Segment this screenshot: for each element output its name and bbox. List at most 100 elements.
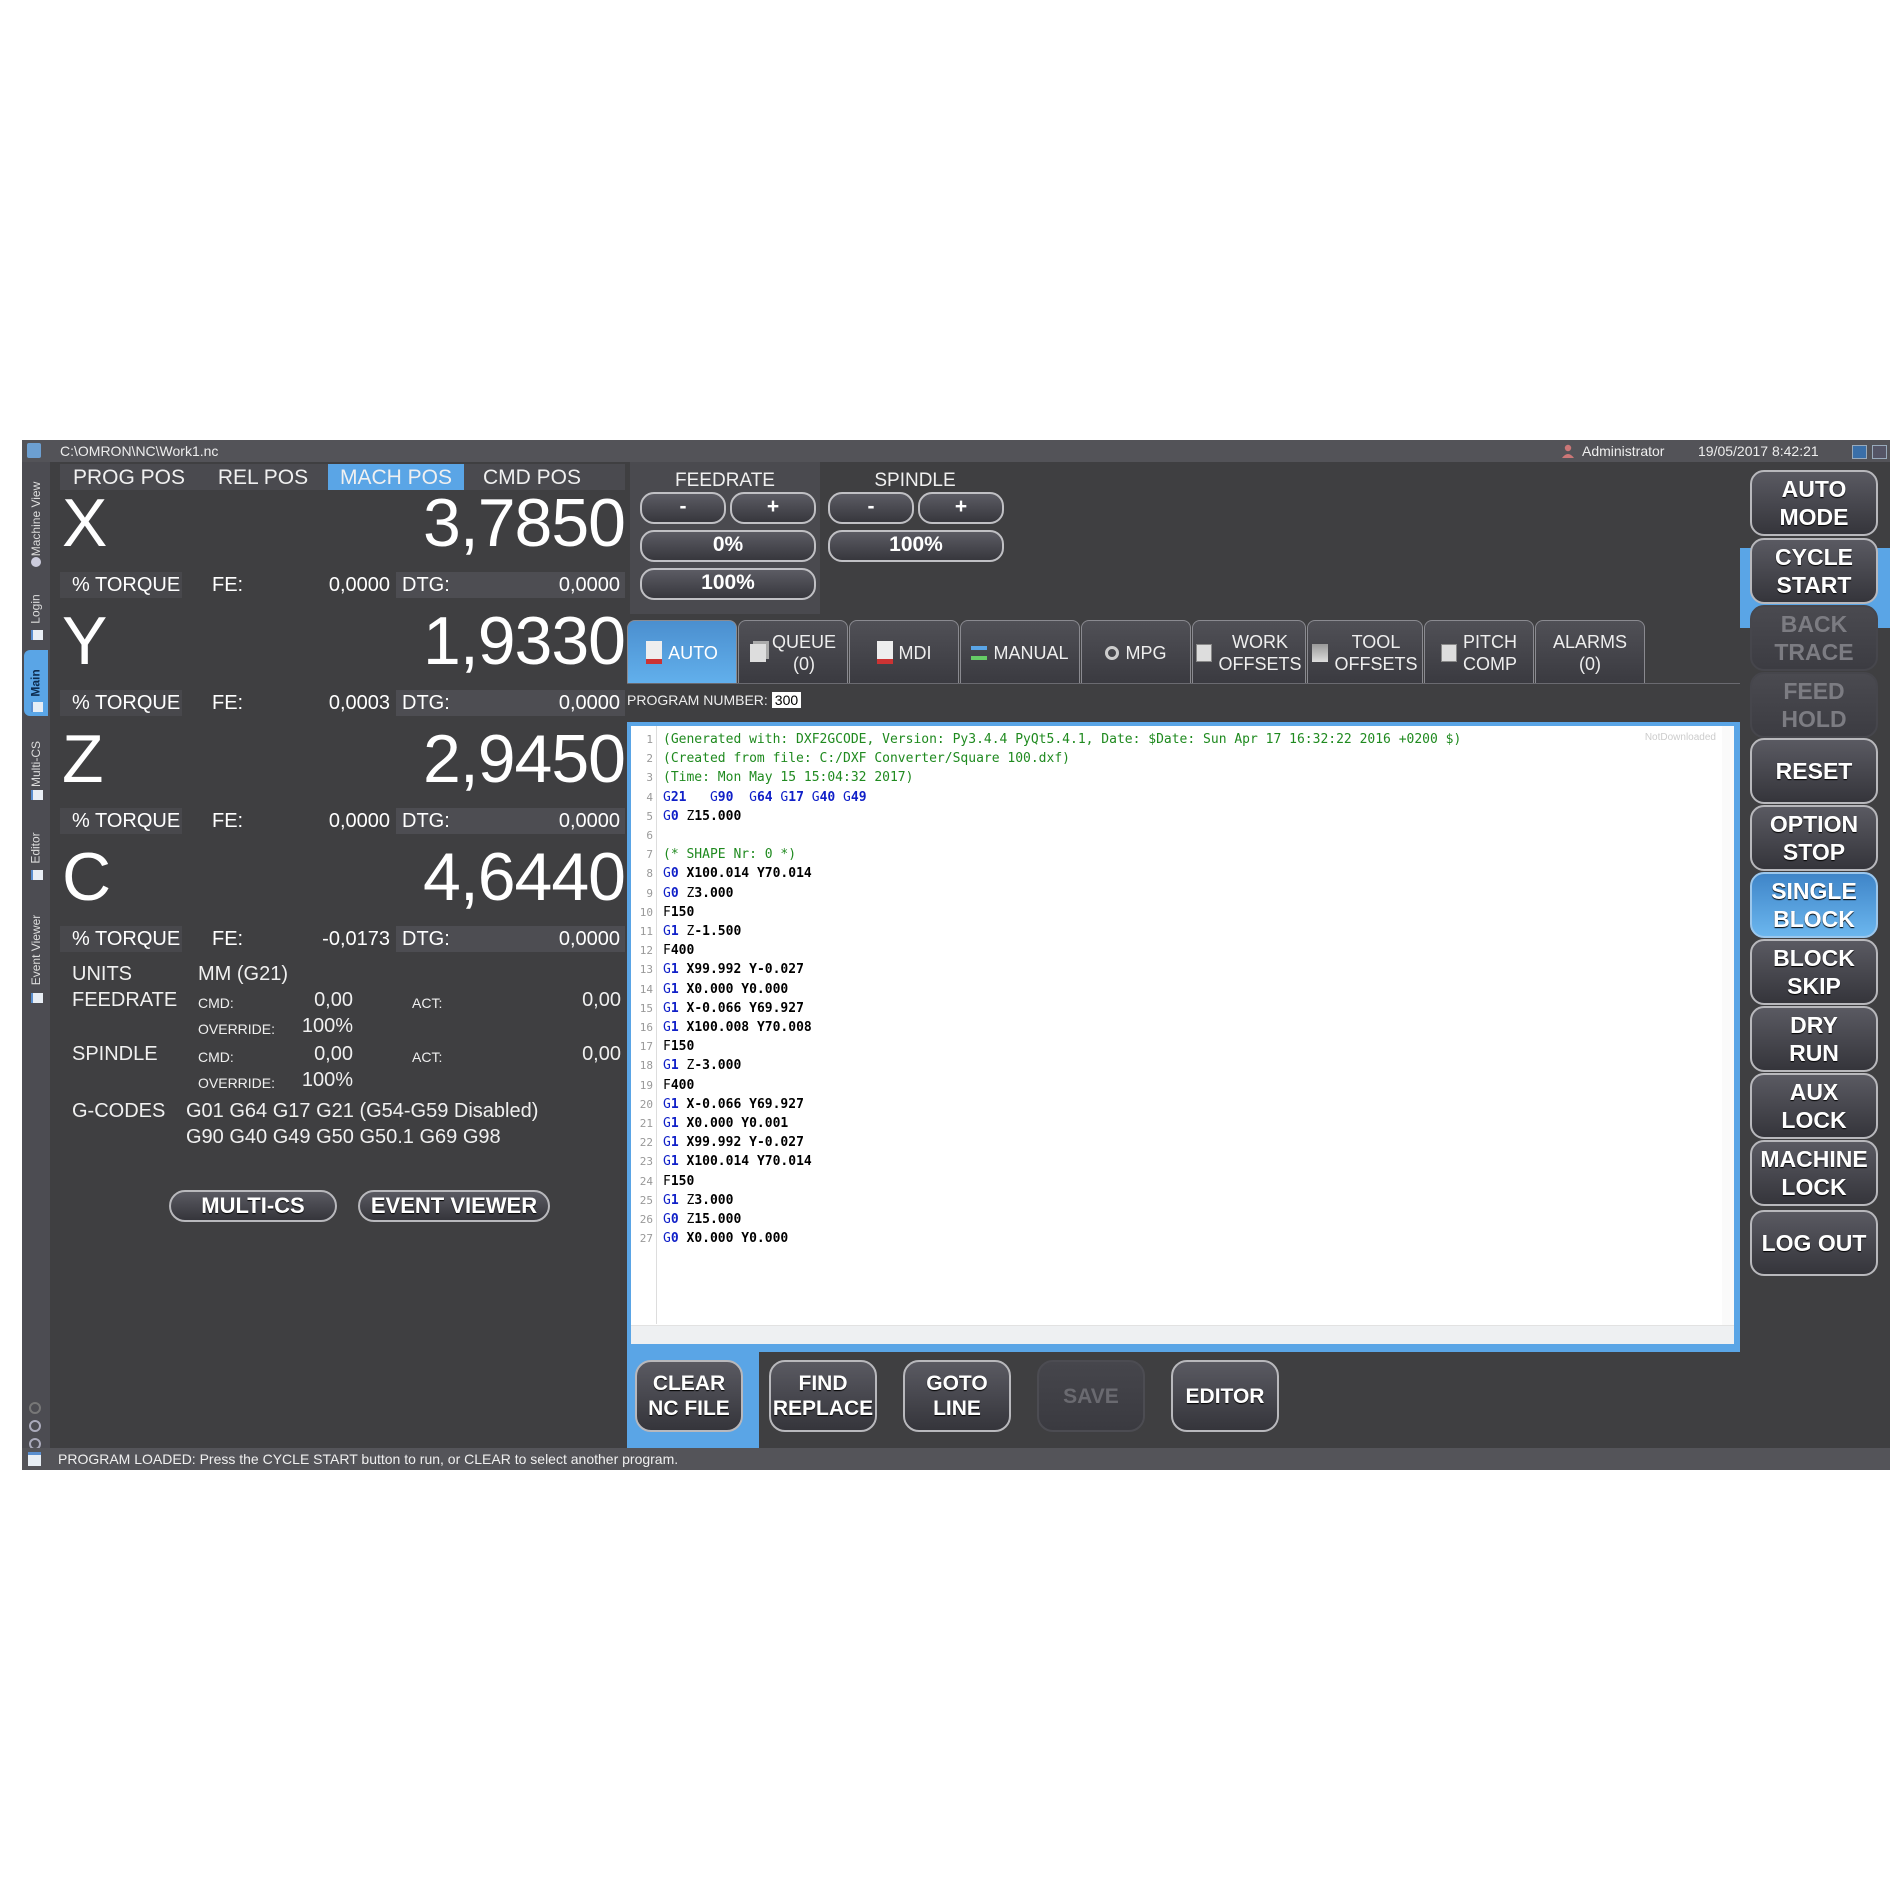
feedrate-increase-button[interactable]: + [730,492,816,524]
torque-button[interactable]: % TORQUE [60,572,182,598]
sidebar-tab-login[interactable]: Login [24,574,48,644]
minimize-window-icon[interactable] [1852,445,1867,459]
block-skip-button[interactable]: BLOCK SKIP [1750,939,1878,1005]
spindle-override-value: 100% [301,1069,353,1091]
gcodes-line-1: G01 G64 G17 G21 (G54-G59 Disabled) [186,1100,539,1122]
save-button[interactable]: SAVE [1037,1360,1145,1432]
dtg-value: 0,0000 [558,810,620,832]
feed-hold-button[interactable]: FEED HOLD [1750,672,1878,738]
spindle-decrease-button[interactable]: - [828,492,914,524]
status-message: PROGRAM LOADED: Press the CYCLE START bu… [58,1451,679,1467]
torque-button[interactable]: % TORQUE [60,690,182,716]
feedrate-override-value-button[interactable]: 0% [640,530,816,562]
cycle-start-button[interactable]: CYCLE START [1750,538,1878,604]
fe-label: FE: [212,574,244,596]
fullscreen-icon[interactable] [1872,445,1887,459]
log-out-button[interactable]: LOG OUT [1750,1210,1878,1276]
feedrate-reset-100-button[interactable]: 100% [640,568,816,600]
clear-nc-file-button[interactable]: CLEAR NC FILE [635,1360,743,1432]
units-value: MM (G21) [198,963,288,985]
code-text: G1 Z-3.000 [663,1058,742,1074]
dry-run-button[interactable]: DRY RUN [1750,1006,1878,1072]
axis-y-details: % TORQUE FE: 0,0003 DTG: 0,0000 [60,690,625,716]
units-row: UNITS MM (G21) [60,961,625,987]
window-icon [31,630,43,640]
find-replace-button[interactable]: FIND REPLACE [769,1360,877,1432]
tab-rel-pos[interactable]: REL POS [198,464,328,490]
spindle-override-value-button[interactable]: 100% [828,530,1004,562]
spindle-increase-button[interactable]: + [918,492,1004,524]
sidebar-tab-event-viewer[interactable]: Event Viewer [24,892,48,1007]
code-text: (Time: Mon May 15 15:04:32 2017) [663,770,914,786]
fe-label: FE: [212,810,244,832]
editor-button[interactable]: EDITOR [1171,1360,1279,1432]
tab-manual[interactable]: MANUAL [960,620,1080,684]
event-viewer-button[interactable]: EVENT VIEWER [358,1190,550,1222]
axis-y-label: Y [62,603,108,679]
zoom-in-icon[interactable] [29,1420,41,1432]
program-number-value: 300 [771,692,802,708]
axis-c-value: 4,6440 [423,839,626,915]
single-block-button[interactable]: SINGLE BLOCK [1750,872,1878,938]
app-logo-icon [27,443,41,458]
pitch-comp-icon [1441,643,1457,662]
sidebar-tab-editor[interactable]: Editor [24,812,48,884]
tab-alarms[interactable]: ALARMS (0) [1535,620,1645,684]
dtg-value: 0,0000 [558,692,620,714]
mdi-doc-icon [876,641,893,664]
sidebar-tab-main[interactable]: Main [24,650,48,716]
tab-pitch-comp[interactable]: PITCH COMP [1424,620,1534,684]
torque-button[interactable]: % TORQUE [60,808,182,834]
cnc-app-window: C:\OMRON\NC\Work1.nc Administrator 19/05… [22,440,1890,1470]
auto-mode-button[interactable]: AUTO MODE [1750,470,1878,536]
line-number: 18 [639,1059,653,1073]
window-icon [31,993,43,1003]
user-icon [1562,444,1574,458]
sidebar-tab-machine-view[interactable]: Machine View [24,466,48,571]
torque-button[interactable]: % TORQUE [60,926,182,952]
feedrate-act-value: 0,00 [582,989,621,1011]
dtg-value: 0,0000 [558,574,620,596]
goto-line-button[interactable]: GOTO LINE [903,1360,1011,1432]
tab-mdi[interactable]: MDI [849,620,959,684]
arrows-icon [971,645,988,660]
tab-queue[interactable]: QUEUE (0) [738,620,848,684]
back-trace-button[interactable]: BACK TRACE [1750,605,1878,671]
machine-lock-button[interactable]: MACHINE LOCK [1750,1140,1878,1206]
fe-value: -0,0173 [322,928,390,950]
spindle-act-label: ACT: [412,1049,443,1065]
line-number: 3 [646,771,653,785]
line-number: 25 [639,1193,653,1207]
code-text: G1 X100.014 Y70.014 [663,1154,812,1170]
feedrate-decrease-button[interactable]: - [640,492,726,524]
tab-work-offsets[interactable]: WORK OFFSETS [1192,620,1306,684]
dtg-label: DTG: [402,810,450,832]
code-text: G0 Z3.000 [663,885,734,901]
refresh-icon[interactable] [29,1402,41,1414]
code-text: G1 X0.000 Y0.001 [663,1116,789,1131]
line-number: 26 [639,1213,653,1226]
tab-mpg[interactable]: MPG [1081,620,1191,684]
title-bar: C:\OMRON\NC\Work1.nc Administrator 19/05… [22,440,1890,462]
line-number: 7 [646,848,653,862]
tool-offsets-icon [1312,643,1329,662]
multi-cs-button[interactable]: MULTI-CS [169,1190,337,1222]
option-stop-button[interactable]: OPTION STOP [1750,805,1878,871]
horizontal-scrollbar[interactable] [631,1325,1734,1344]
feedrate-title: FEEDRATE [675,470,775,491]
line-number: 22 [639,1136,653,1150]
tab-auto[interactable]: AUTO [627,620,737,684]
axis-c-label: C [62,839,112,915]
code-text: (* SHAPE Nr: 0 *) [663,847,797,863]
code-area[interactable]: 1 (Generated with: DXF2GCODE, Version: Py… [631,726,1734,1344]
code-text: G1 Z3.000 [663,1192,734,1208]
status-bar: PROGRAM LOADED: Press the CYCLE START bu… [22,1448,1890,1470]
gcodes-info: G-CODES G01 G64 G17 G21 (G54-G59 Disable… [60,1098,625,1152]
sidebar-tab-multi-cs[interactable]: Multi-CS [24,724,48,804]
fe-value: 0,0003 [328,692,390,714]
vertical-scrollbar[interactable] [1722,726,1734,1326]
reset-button[interactable]: RESET [1750,738,1878,804]
tab-tool-offsets[interactable]: TOOL OFFSETS [1307,620,1423,684]
queue-icon [749,643,766,662]
aux-lock-button[interactable]: AUX LOCK [1750,1073,1878,1139]
